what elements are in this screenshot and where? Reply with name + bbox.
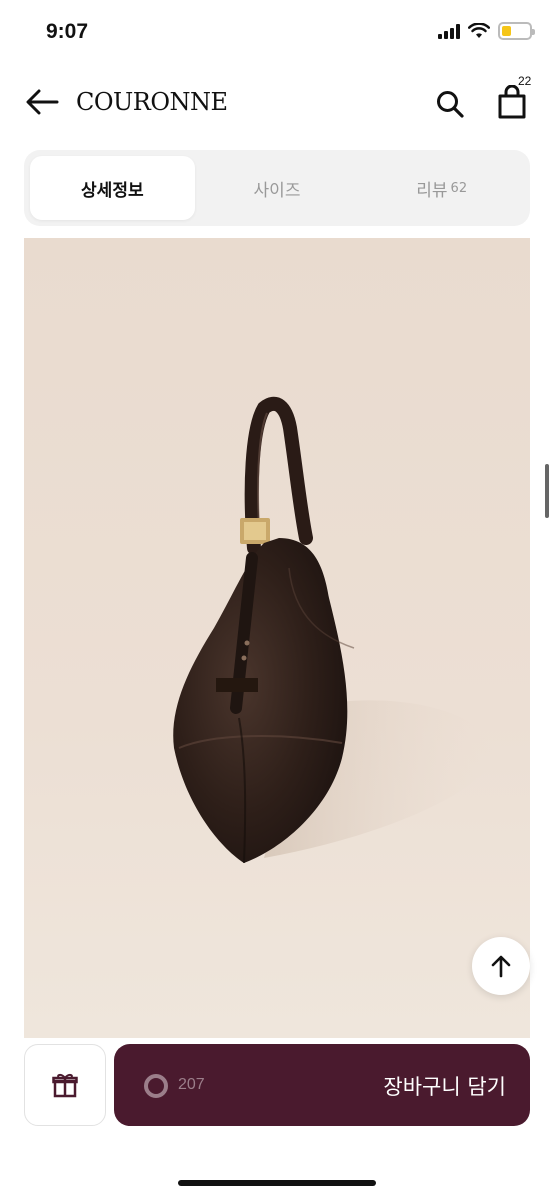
search-button[interactable] [430,84,470,124]
tab-details[interactable]: 상세정보 [30,156,195,220]
shopping-bag-icon [498,85,526,119]
cellular-signal-icon [438,23,460,39]
battery-level [502,26,512,36]
gift-button[interactable] [24,1044,106,1126]
like-count: 207 [178,1076,205,1093]
bottom-action-bar: 207 장바구니 담기 [0,1040,554,1140]
tab-size[interactable]: 사이즈 [195,156,360,220]
product-image [24,238,530,1038]
add-to-cart-label: 장바구니 담기 [383,1075,506,1099]
scrollbar[interactable] [545,464,549,518]
add-to-cart-button[interactable]: 207 장바구니 담기 [114,1044,530,1126]
wifi-icon [468,23,490,38]
app-header: COURONNE [0,66,554,140]
tab-reviews[interactable]: 리뷰 62 [359,156,524,220]
home-indicator[interactable] [178,1180,376,1186]
arrow-left-icon [26,89,59,115]
review-count: 62 [450,180,468,196]
gift-icon [52,1074,78,1098]
tab-label: 리뷰 [416,180,448,201]
status-time: 9:07 [46,20,89,43]
cart-count-badge: 22 [518,74,532,88]
status-icons [438,22,535,40]
product-tabs: 상세정보 사이즈 리뷰 62 [24,150,530,226]
tab-label: 상세정보 [81,180,144,201]
tab-label: 사이즈 [253,180,301,201]
scroll-to-top-button[interactable] [472,937,530,995]
back-button[interactable] [22,84,62,120]
battery-icon [498,22,535,40]
hobo-bag-illustration [173,396,494,864]
brand-logo[interactable]: COURONNE [76,88,228,116]
search-icon [437,91,464,118]
arrow-up-icon [491,955,511,978]
status-bar: 9:07 [0,0,554,66]
ring-icon [144,1074,168,1098]
